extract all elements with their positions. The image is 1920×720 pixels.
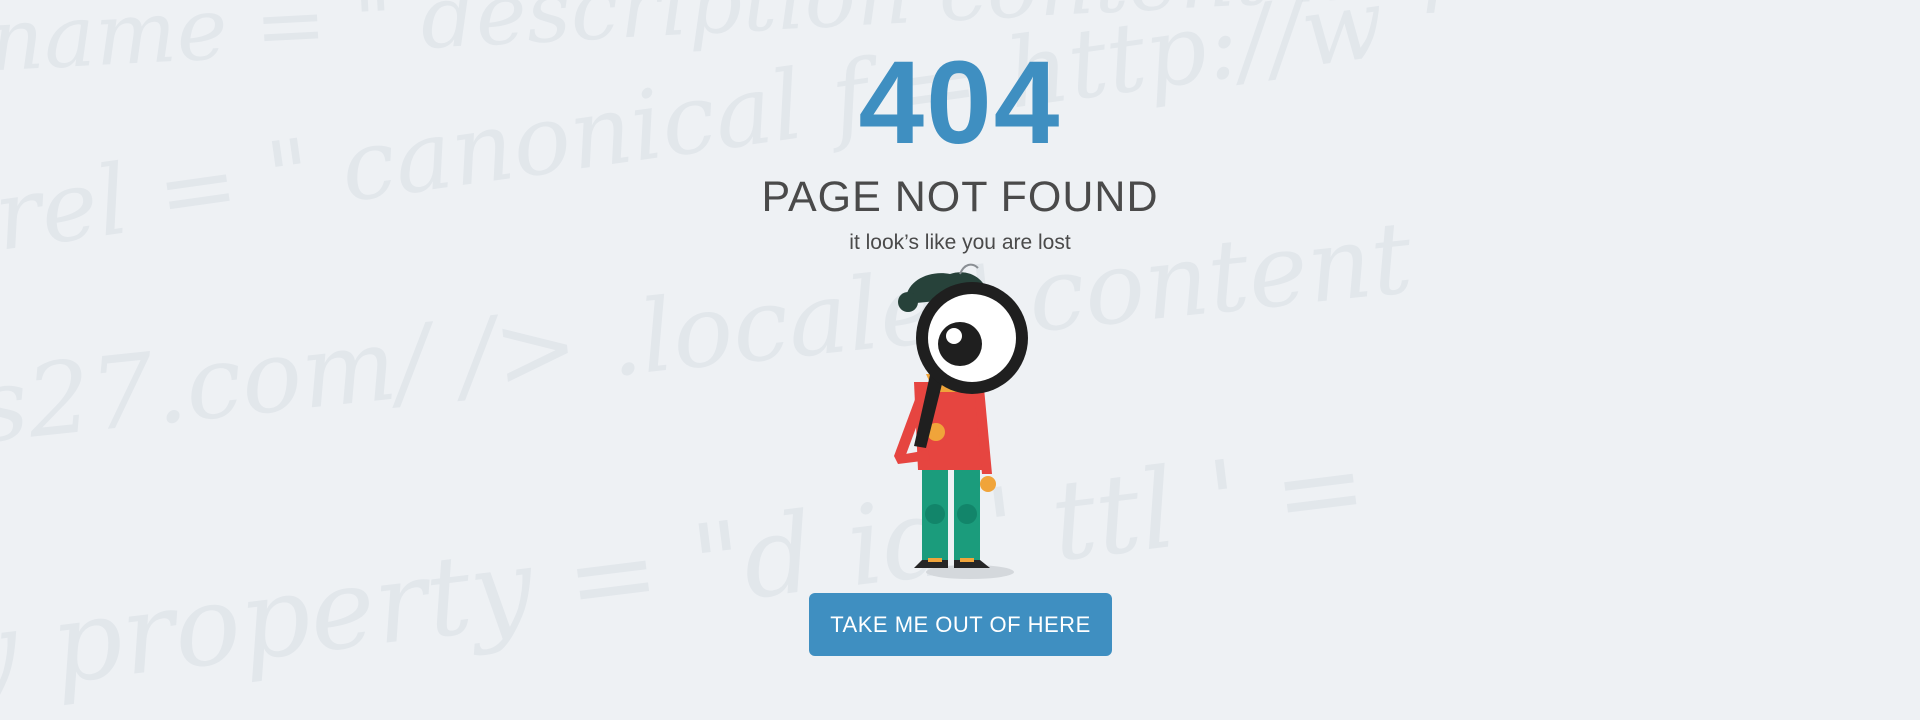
page-subtitle: it look’s like you are lost bbox=[849, 231, 1071, 254]
right-knee bbox=[957, 504, 977, 524]
lost-character-illustration bbox=[894, 263, 1028, 579]
error-code: 404 bbox=[858, 37, 1062, 169]
eye-pupil bbox=[938, 322, 982, 366]
page-title: PAGE NOT FOUND bbox=[761, 173, 1159, 221]
error-page: 404 PAGE NOT FOUND it look’s like you ar… bbox=[0, 0, 1920, 720]
take-me-out-button[interactable]: TAKE ME OUT OF HERE bbox=[809, 593, 1112, 656]
eye-highlight bbox=[946, 328, 962, 344]
left-knee bbox=[925, 504, 945, 524]
right-hand bbox=[980, 476, 996, 492]
